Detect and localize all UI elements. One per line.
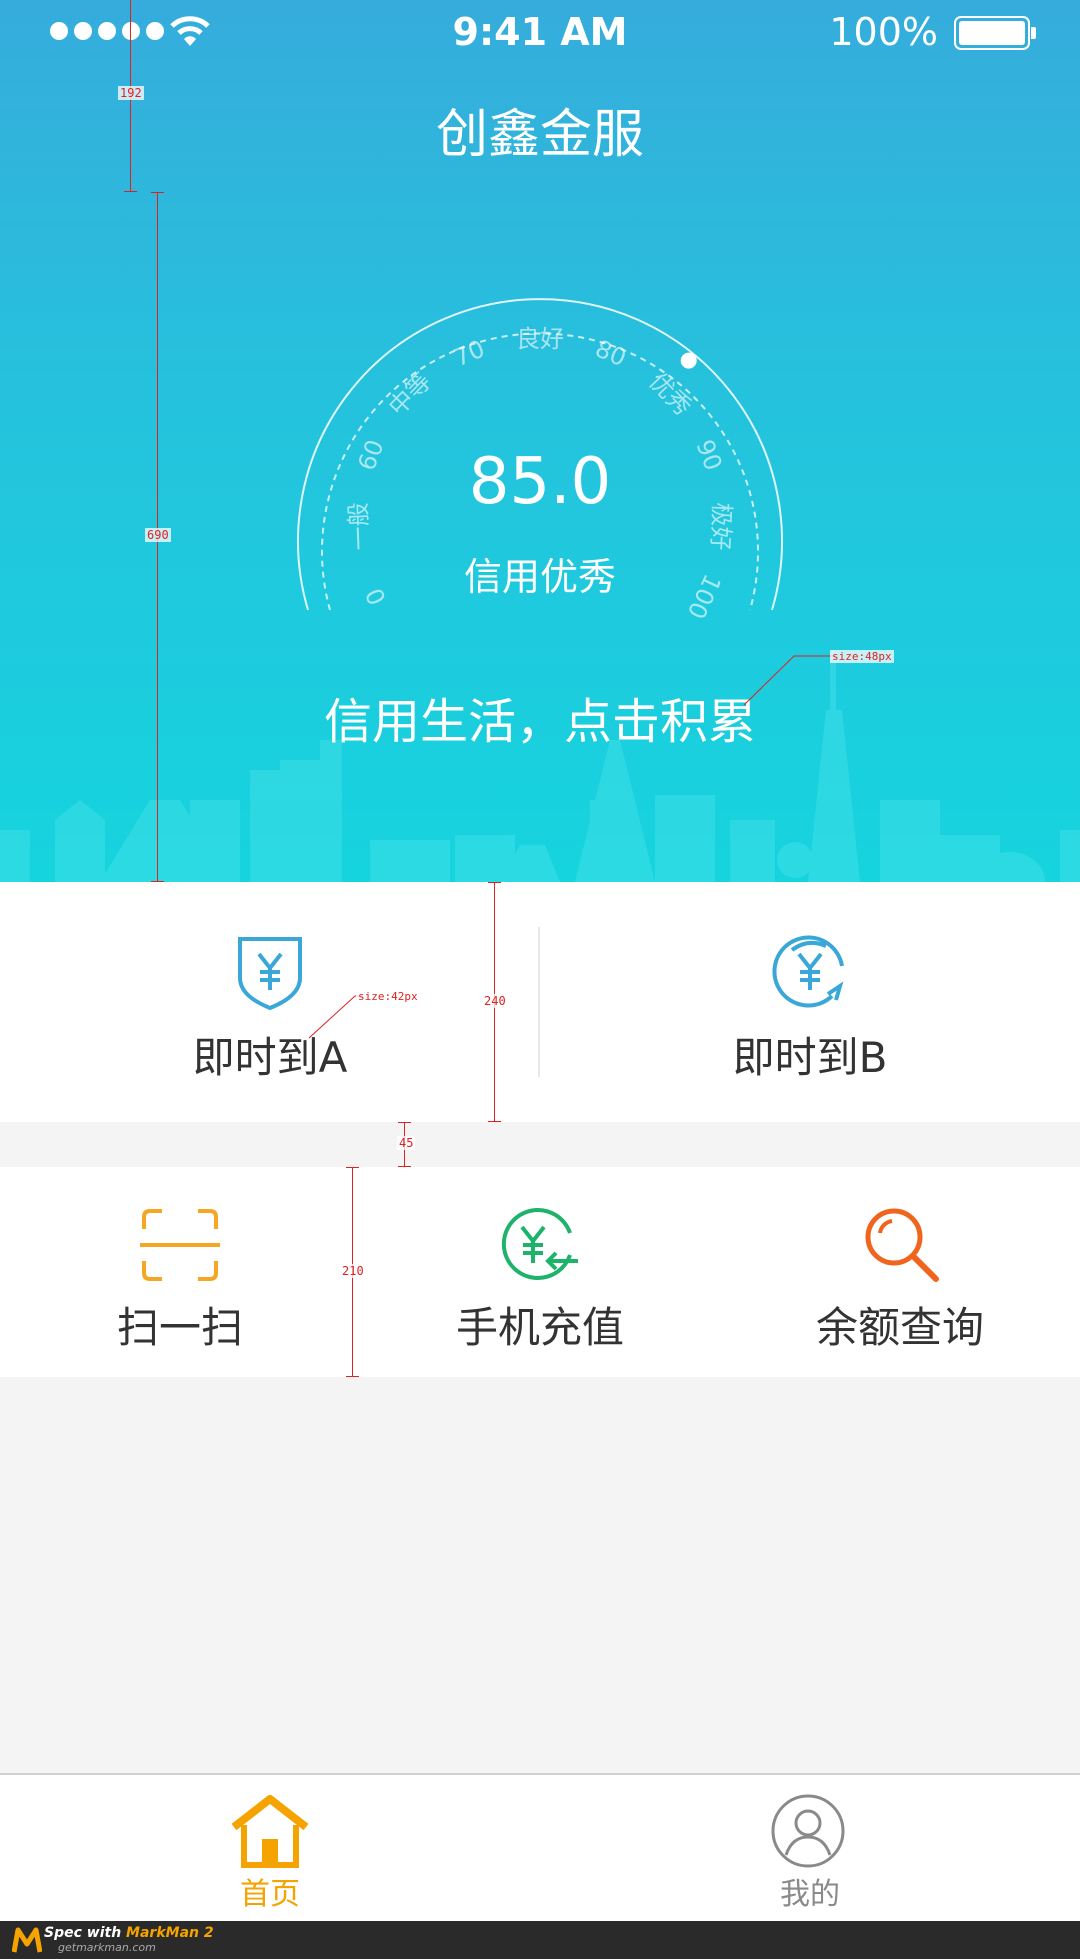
tab-mine-label: 我的 — [780, 1877, 840, 1912]
balance-query-label: 余额查询 — [815, 1303, 984, 1352]
tab-bar: 首页 我的 — [0, 1773, 1080, 1923]
gauge-label: 优秀 — [643, 367, 696, 421]
instant-b-label: 即时到B — [732, 1033, 888, 1082]
markman-url: getmarkman.com — [58, 1941, 156, 1954]
home-icon — [231, 1795, 309, 1868]
yuan-recharge-icon — [501, 1208, 578, 1280]
gauge-label: 80 — [591, 335, 630, 373]
yuan-shield-icon — [238, 937, 302, 1011]
tab-home[interactable]: 首页 — [0, 1775, 540, 1923]
hero-section: 9:41 AM 100% 创鑫金服 0 一般 60 中等 70 良好 80 优秀 90 极好 100… — [0, 0, 1080, 882]
scan-icon — [140, 1209, 220, 1281]
mobile-recharge-label: 手机充值 — [455, 1303, 624, 1352]
markman-brand: Spec with MarkMan 2 — [44, 1925, 214, 1941]
user-profile-icon — [771, 1794, 845, 1868]
credit-level-label: 信用优秀 — [463, 555, 616, 599]
gauge-label: 中等 — [383, 367, 436, 421]
instant-b-button[interactable]: 即时到B — [540, 882, 1080, 1122]
markman-footer: Spec with MarkMan 2 getmarkman.com — [0, 1921, 1080, 1959]
scan-label: 扫一扫 — [116, 1303, 243, 1352]
instant-transfer-panel: 即时到A 即时到B — [0, 882, 1080, 1122]
slogan-link[interactable]: 信用生活，点击积累 — [0, 682, 1080, 752]
tab-home-label: 首页 — [240, 1877, 300, 1912]
yuan-refresh-icon — [772, 935, 844, 1008]
mobile-recharge-button[interactable]: 手机充值 — [360, 1167, 720, 1377]
instant-a-button[interactable]: 即时到A — [0, 882, 540, 1122]
instant-a-label: 即时到A — [192, 1033, 348, 1082]
gauge-indicator-dot — [680, 352, 697, 369]
scan-button[interactable]: 扫一扫 — [0, 1167, 360, 1377]
tab-mine[interactable]: 我的 — [540, 1775, 1080, 1923]
services-panel: 扫一扫 手机充值 余额查询 — [0, 1167, 1080, 1377]
balance-query-button[interactable]: 余额查询 — [720, 1167, 1080, 1377]
search-icon — [865, 1208, 939, 1282]
gauge-label: 良好 — [516, 325, 564, 353]
markman-logo-icon — [12, 1927, 42, 1953]
credit-score: 85.0 — [468, 445, 612, 519]
credit-gauge[interactable]: 0一般60中等70 良好 80优秀90极好100 — [0, 0, 1080, 640]
